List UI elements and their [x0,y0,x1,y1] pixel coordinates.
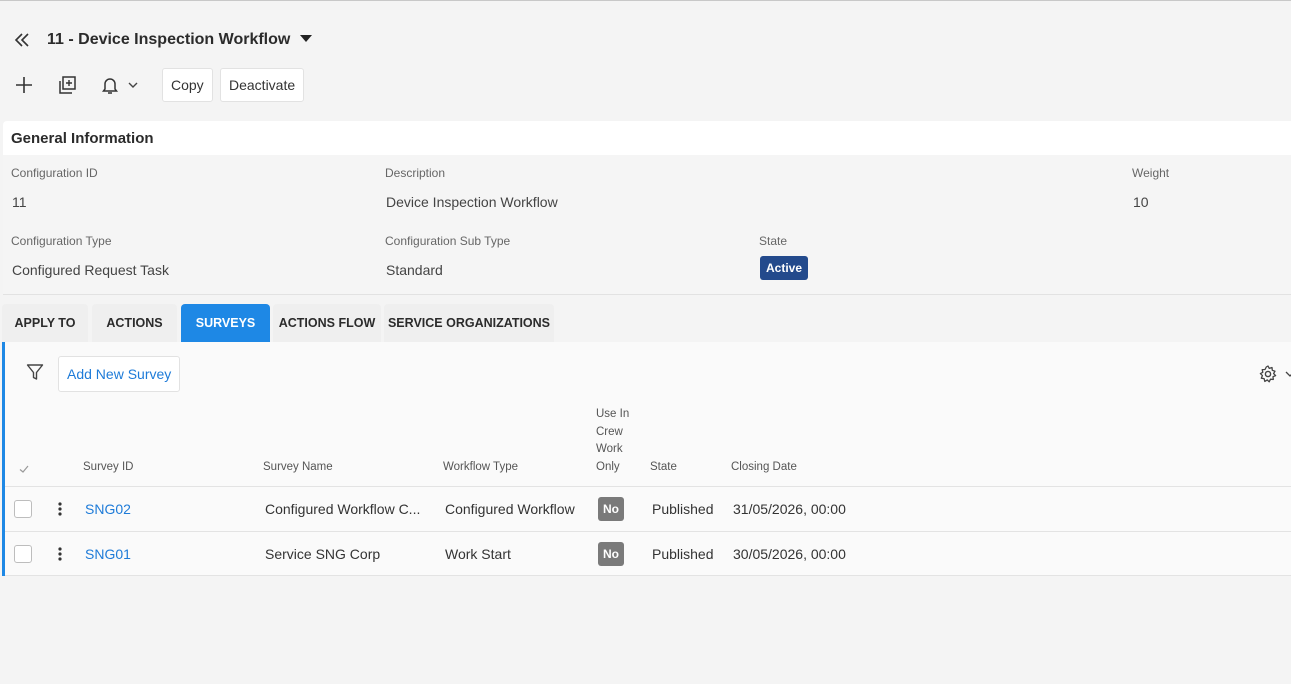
table-row[interactable]: SNG01 Service SNG Corp Work Start No Pub… [5,531,1291,576]
closing-date-cell: 30/05/2026, 00:00 [733,546,846,562]
double-chevron-left-icon[interactable] [10,28,34,52]
use-in-crew-badge: No [598,497,624,521]
section-title: General Information [11,130,154,147]
gear-icon[interactable] [1258,364,1278,384]
survey-id-link[interactable]: SNG01 [85,546,131,562]
config-subtype-label: Configuration Sub Type [385,234,511,248]
state-cell: Published [652,546,714,562]
status-badge: Active [760,256,809,280]
chevron-down-icon[interactable] [1283,367,1291,381]
column-header-survey-id[interactable]: Survey ID [83,459,134,477]
more-vertical-icon[interactable] [53,499,67,519]
state-label: State [759,234,788,248]
page-title: 11 - Device Inspection Workflow [47,31,291,48]
tab-actions[interactable]: ACTIONS [92,304,177,342]
use-in-crew-badge: No [598,542,624,566]
copy-button[interactable]: Copy [162,68,213,102]
tab-actions-flow[interactable]: ACTIONS FLOW [273,304,381,342]
state-cell: Published [652,501,714,517]
deactivate-button[interactable]: Deactivate [220,68,305,102]
tab-bar: APPLY TO ACTIONS SURVEYS ACTIONS FLOW SE… [0,304,1291,342]
toolbar: Copy Deactivate [0,66,1291,104]
table-row[interactable]: SNG02 Configured Workflow C... Configure… [5,486,1291,531]
config-type-label: Configuration Type [11,234,112,248]
tab-service-organizations[interactable]: SERVICE ORGANIZATIONS [384,304,554,342]
row-checkbox[interactable] [14,500,32,518]
description-value: Device Inspection Workflow [386,194,558,210]
general-info-body: Configuration ID 11 Description Device I… [3,155,1291,295]
weight-label: Weight [1132,166,1170,180]
description-label: Description [385,166,446,180]
workflow-type-cell: Configured Workflow [445,501,575,517]
select-all-checkmark-icon[interactable] [17,462,31,476]
surveys-panel: Add New Survey Survey ID Survey Name Wor… [2,342,1291,576]
config-id-label: Configuration ID [11,166,98,180]
config-type-value: Configured Request Task [12,262,169,278]
plus-icon[interactable] [13,74,35,96]
more-vertical-icon[interactable] [53,544,67,564]
weight-value: 10 [1133,194,1149,210]
top-border [0,0,1291,1]
column-header-use-in-crew-line-3[interactable]: Work [596,441,623,459]
column-header-use-in-crew-line-2[interactable]: Crew [596,424,623,442]
chevron-down-icon[interactable] [126,78,140,92]
survey-id-link[interactable]: SNG02 [85,501,131,517]
config-subtype-value: Standard [386,262,443,278]
column-header-closing-date[interactable]: Closing Date [731,459,797,477]
filter-icon[interactable] [25,362,45,382]
page-header: 11 - Device Inspection Workflow [0,24,1291,58]
column-header-state[interactable]: State [650,459,677,477]
caret-down-icon[interactable] [296,29,316,49]
closing-date-cell: 31/05/2026, 00:00 [733,501,846,517]
column-header-use-in-crew-line-1[interactable]: Use In [596,406,629,424]
column-header-use-in-crew-line-4[interactable]: Only [596,459,620,477]
survey-name-cell: Service SNG Corp [265,546,381,562]
column-header-workflow-type[interactable]: Workflow Type [443,459,518,477]
general-info-header: General Information [3,121,1291,155]
survey-name-cell: Configured Workflow C... [265,501,421,517]
workflow-type-cell: Work Start [445,546,511,562]
row-checkbox[interactable] [14,545,32,563]
duplicate-icon[interactable] [56,74,78,96]
tab-apply-to[interactable]: APPLY TO [2,304,88,342]
tab-surveys[interactable]: SURVEYS [181,304,270,342]
add-new-survey-button[interactable]: Add New Survey [58,356,181,392]
config-id-value: 11 [12,194,27,210]
bell-icon[interactable] [99,74,121,96]
column-header-survey-name[interactable]: Survey Name [263,459,333,477]
